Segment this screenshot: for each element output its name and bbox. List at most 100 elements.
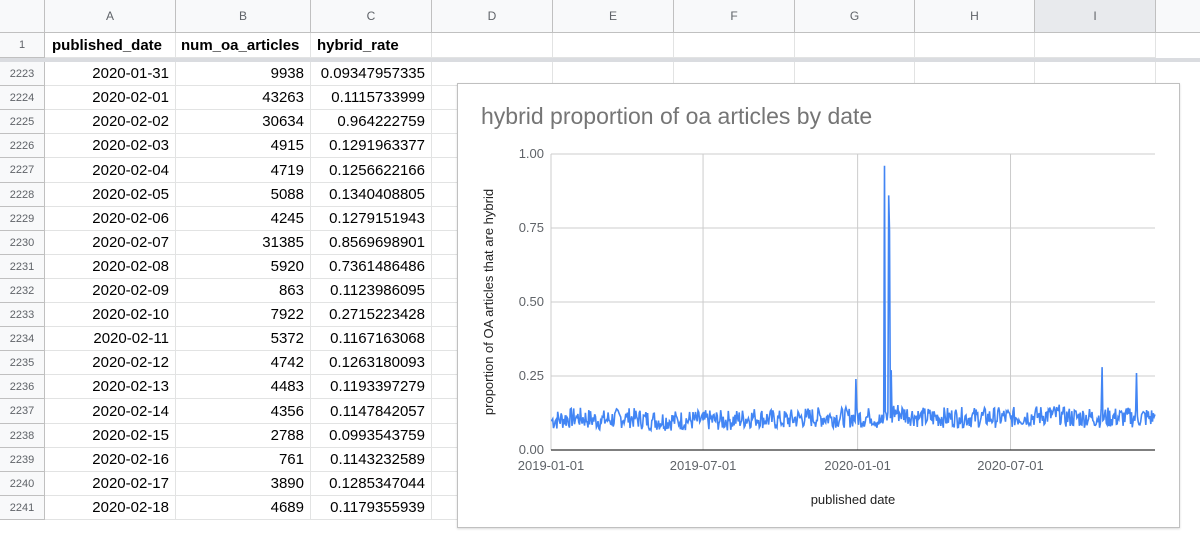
- num-oa-articles-cell[interactable]: 4356: [176, 399, 311, 424]
- column-header-c[interactable]: C: [311, 0, 432, 33]
- published-date-cell[interactable]: 2020-02-02: [45, 110, 176, 134]
- published-date-cell[interactable]: 2020-02-14: [45, 399, 176, 424]
- empty-cell[interactable]: [553, 33, 674, 58]
- chart-grid: [550, 153, 1155, 450]
- published-date-cell[interactable]: 2020-01-31: [45, 62, 176, 86]
- hybrid-rate-cell[interactable]: 0.1279151943: [311, 207, 432, 231]
- num-oa-articles-cell[interactable]: 9938: [176, 62, 311, 86]
- column-header-next[interactable]: [1156, 0, 1200, 33]
- hybrid-rate-cell[interactable]: 0.1285347044: [311, 472, 432, 496]
- row-header[interactable]: 2227: [0, 158, 45, 183]
- num-oa-articles-cell[interactable]: 863: [176, 279, 311, 303]
- num-oa-articles-cell[interactable]: 2788: [176, 424, 311, 448]
- published-date-cell[interactable]: 2020-02-08: [45, 255, 176, 279]
- hybrid-rate-cell[interactable]: 0.8569698901: [311, 231, 432, 255]
- num-oa-articles-cell[interactable]: 4719: [176, 158, 311, 183]
- published-date-cell[interactable]: 2020-02-07: [45, 231, 176, 255]
- hybrid-rate-cell[interactable]: 0.1123986095: [311, 279, 432, 303]
- hybrid-rate-cell[interactable]: 0.09347957335: [311, 62, 432, 86]
- published-date-cell[interactable]: 2020-02-10: [45, 303, 176, 327]
- row-header[interactable]: 2230: [0, 231, 45, 255]
- row-header[interactable]: 2239: [0, 448, 45, 472]
- empty-cell[interactable]: [1035, 33, 1156, 58]
- hybrid-rate-cell[interactable]: 0.1291963377: [311, 134, 432, 158]
- empty-cell[interactable]: [915, 33, 1035, 58]
- hybrid-rate-cell[interactable]: 0.1115733999: [311, 86, 432, 110]
- hybrid-rate-cell[interactable]: 0.1147842057: [311, 399, 432, 424]
- published-date-cell[interactable]: 2020-02-12: [45, 351, 176, 375]
- row-header[interactable]: 2237: [0, 399, 45, 424]
- column-header-g[interactable]: G: [795, 0, 915, 33]
- num-oa-articles-cell[interactable]: 4483: [176, 375, 311, 399]
- row-header[interactable]: 2235: [0, 351, 45, 375]
- column-header-i[interactable]: I: [1035, 0, 1156, 33]
- published-date-cell[interactable]: 2020-02-03: [45, 134, 176, 158]
- column-header-f[interactable]: F: [674, 0, 795, 33]
- row-header[interactable]: 2228: [0, 183, 45, 207]
- published-date-cell[interactable]: 2020-02-15: [45, 424, 176, 448]
- num-oa-articles-cell[interactable]: 43263: [176, 86, 311, 110]
- hybrid-rate-cell[interactable]: 0.7361486486: [311, 255, 432, 279]
- published-date-cell[interactable]: 2020-02-05: [45, 183, 176, 207]
- header-cell-hybrid-rate[interactable]: hybrid_rate: [311, 33, 432, 58]
- row-header[interactable]: 2232: [0, 279, 45, 303]
- column-header-a[interactable]: A: [45, 0, 176, 33]
- empty-cell[interactable]: [432, 33, 553, 58]
- hybrid-rate-cell[interactable]: 0.1179355939: [311, 496, 432, 520]
- row-header[interactable]: 2236: [0, 375, 45, 399]
- hybrid-rate-cell[interactable]: 0.1256622166: [311, 158, 432, 183]
- row-header[interactable]: 2226: [0, 134, 45, 158]
- published-date-cell[interactable]: 2020-02-06: [45, 207, 176, 231]
- select-all-corner[interactable]: [0, 0, 45, 33]
- row-header[interactable]: 2234: [0, 327, 45, 351]
- num-oa-articles-cell[interactable]: 7922: [176, 303, 311, 327]
- published-date-cell[interactable]: 2020-02-16: [45, 448, 176, 472]
- num-oa-articles-cell[interactable]: 30634: [176, 110, 311, 134]
- row-header[interactable]: 2224: [0, 86, 45, 110]
- num-oa-articles-cell[interactable]: 4689: [176, 496, 311, 520]
- hybrid-rate-cell[interactable]: 0.1143232589: [311, 448, 432, 472]
- published-date-cell[interactable]: 2020-02-18: [45, 496, 176, 520]
- row-header[interactable]: 2238: [0, 424, 45, 448]
- published-date-cell[interactable]: 2020-02-09: [45, 279, 176, 303]
- row-header[interactable]: 2240: [0, 472, 45, 496]
- line-chart[interactable]: hybrid proportion of oa articles by date…: [457, 83, 1180, 528]
- hybrid-rate-cell[interactable]: 0.1340408805: [311, 183, 432, 207]
- published-date-cell[interactable]: 2020-02-13: [45, 375, 176, 399]
- column-header-e[interactable]: E: [553, 0, 674, 33]
- row-header[interactable]: 2231: [0, 255, 45, 279]
- row-header[interactable]: 2229: [0, 207, 45, 231]
- row-header[interactable]: 2225: [0, 110, 45, 134]
- num-oa-articles-cell[interactable]: 31385: [176, 231, 311, 255]
- published-date-cell[interactable]: 2020-02-17: [45, 472, 176, 496]
- num-oa-articles-cell[interactable]: 4915: [176, 134, 311, 158]
- header-cell-published-date[interactable]: published_date: [45, 33, 176, 58]
- column-header-d[interactable]: D: [432, 0, 553, 33]
- row-header[interactable]: 2241: [0, 496, 45, 520]
- x-tick-label: 2020-07-01: [977, 458, 1044, 473]
- published-date-cell[interactable]: 2020-02-01: [45, 86, 176, 110]
- hybrid-rate-cell[interactable]: 0.2715223428: [311, 303, 432, 327]
- published-date-cell[interactable]: 2020-02-11: [45, 327, 176, 351]
- hybrid-rate-cell[interactable]: 0.1167163068: [311, 327, 432, 351]
- num-oa-articles-cell[interactable]: 4245: [176, 207, 311, 231]
- hybrid-rate-cell[interactable]: 0.0993543759: [311, 424, 432, 448]
- row-header-1[interactable]: 1: [0, 33, 45, 58]
- row-header[interactable]: 2233: [0, 303, 45, 327]
- row-header[interactable]: 2223: [0, 62, 45, 86]
- hybrid-rate-cell[interactable]: 0.964222759: [311, 110, 432, 134]
- empty-cell[interactable]: [795, 33, 915, 58]
- empty-cell[interactable]: [674, 33, 795, 58]
- num-oa-articles-cell[interactable]: 5920: [176, 255, 311, 279]
- column-header-b[interactable]: B: [176, 0, 311, 33]
- num-oa-articles-cell[interactable]: 5372: [176, 327, 311, 351]
- hybrid-rate-cell[interactable]: 0.1263180093: [311, 351, 432, 375]
- num-oa-articles-cell[interactable]: 3890: [176, 472, 311, 496]
- column-header-h[interactable]: H: [915, 0, 1035, 33]
- published-date-cell[interactable]: 2020-02-04: [45, 158, 176, 183]
- header-cell-num-oa-articles[interactable]: num_oa_articles: [176, 33, 311, 58]
- num-oa-articles-cell[interactable]: 4742: [176, 351, 311, 375]
- num-oa-articles-cell[interactable]: 5088: [176, 183, 311, 207]
- hybrid-rate-cell[interactable]: 0.1193397279: [311, 375, 432, 399]
- num-oa-articles-cell[interactable]: 761: [176, 448, 311, 472]
